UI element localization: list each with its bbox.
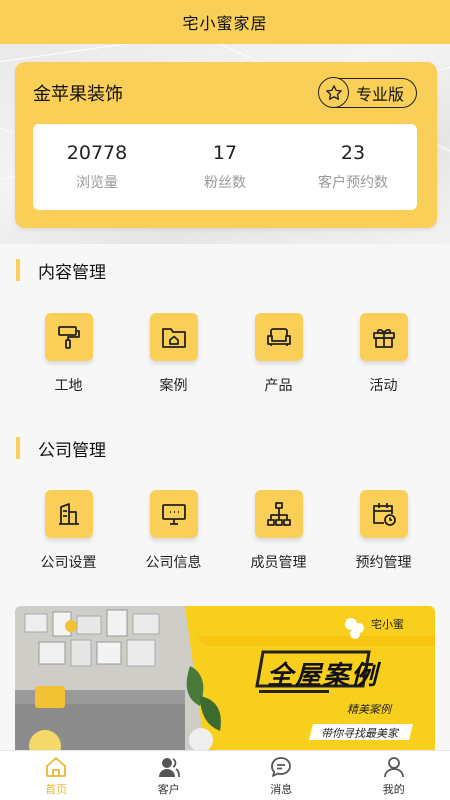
stat-label: 客户预约数: [318, 175, 388, 191]
pro-badge-label: 专业版: [355, 85, 404, 104]
section-title-company: 公司管理: [16, 436, 106, 461]
stat-value: 23: [340, 142, 366, 164]
menu-item-members[interactable]: 成员管理: [226, 490, 331, 572]
section-accent-bar: [16, 259, 20, 281]
bottom-tab-bar: 首页 客户 消息 我的: [0, 750, 450, 800]
app-title: 宅小蜜家居: [182, 14, 268, 33]
folder-home-icon: [149, 313, 198, 361]
menu-item-cases[interactable]: 案例: [121, 313, 226, 395]
shop-card: 金苹果装饰 专业版 20778 浏览量 17 粉丝数 23 客户预约数: [15, 62, 437, 228]
building-icon: [44, 490, 93, 538]
company-grid: 公司设置 公司信息 成员管理 预约管理: [16, 490, 436, 572]
gift-icon: [359, 313, 408, 361]
star-icon: [318, 77, 349, 108]
banner-headline: 全屋案例: [267, 661, 380, 691]
shop-name: 金苹果装饰: [33, 84, 123, 105]
stat-views[interactable]: 20778 浏览量: [33, 142, 161, 192]
pro-badge[interactable]: 专业版: [318, 77, 417, 108]
menu-item-label: 预约管理: [355, 555, 412, 571]
stats-panel: 20778 浏览量 17 粉丝数 23 客户预约数: [33, 124, 417, 210]
tab-label: 消息: [270, 782, 293, 796]
banner-brand: 宅小蜜: [371, 618, 404, 631]
tab-label: 我的: [382, 782, 405, 796]
paint-roller-icon: [44, 313, 93, 361]
menu-item-site[interactable]: 工地: [16, 313, 121, 395]
stat-fans[interactable]: 17 粉丝数: [161, 142, 289, 192]
content-grid: 工地 案例 产品 活动: [16, 313, 436, 395]
tab-label: 客户: [157, 782, 180, 796]
tab-label: 首页: [45, 782, 68, 796]
section-title-text: 内容管理: [38, 262, 106, 283]
org-chart-icon: [254, 490, 303, 538]
calendar-clock-icon: [359, 490, 408, 538]
stat-value: 17: [212, 142, 238, 164]
menu-item-label: 工地: [54, 378, 83, 394]
promo-banner[interactable]: 宅小蜜 全屋案例 精美案例 带你寻找最美家: [15, 606, 435, 750]
menu-item-label: 公司设置: [40, 555, 97, 571]
message-icon: [271, 756, 292, 777]
tab-messages[interactable]: 消息: [225, 755, 337, 797]
menu-item-label: 案例: [159, 378, 188, 394]
section-accent-bar: [16, 437, 20, 459]
stat-appointments[interactable]: 23 客户预约数: [289, 142, 417, 192]
customer-icon: [158, 757, 180, 777]
stat-label: 浏览量: [76, 175, 118, 191]
menu-item-label: 公司信息: [145, 555, 202, 571]
menu-item-label: 产品: [264, 378, 293, 394]
menu-item-appointments[interactable]: 预约管理: [331, 490, 436, 572]
menu-item-products[interactable]: 产品: [226, 313, 331, 395]
stat-label: 粉丝数: [204, 175, 246, 191]
section-title-content: 内容管理: [16, 258, 106, 283]
stat-value: 20778: [66, 142, 128, 164]
app-header: 宅小蜜家居: [0, 0, 450, 44]
profile-icon: [383, 756, 404, 777]
monitor-icon: [149, 490, 198, 538]
banner-tag-2: 带你寻找最美家: [321, 727, 398, 740]
menu-item-company-info[interactable]: 公司信息: [121, 490, 226, 572]
tab-home[interactable]: 首页: [0, 755, 112, 797]
tab-customers[interactable]: 客户: [113, 755, 225, 797]
menu-item-events[interactable]: 活动: [331, 313, 436, 395]
section-title-text: 公司管理: [38, 440, 106, 461]
banner-tag-1: 精美案例: [347, 703, 391, 716]
home-icon: [46, 756, 67, 777]
menu-item-label: 活动: [369, 378, 398, 394]
menu-item-company-settings[interactable]: 公司设置: [16, 490, 121, 572]
tab-profile[interactable]: 我的: [338, 755, 450, 797]
sofa-icon: [254, 313, 303, 361]
menu-item-label: 成员管理: [250, 555, 307, 571]
